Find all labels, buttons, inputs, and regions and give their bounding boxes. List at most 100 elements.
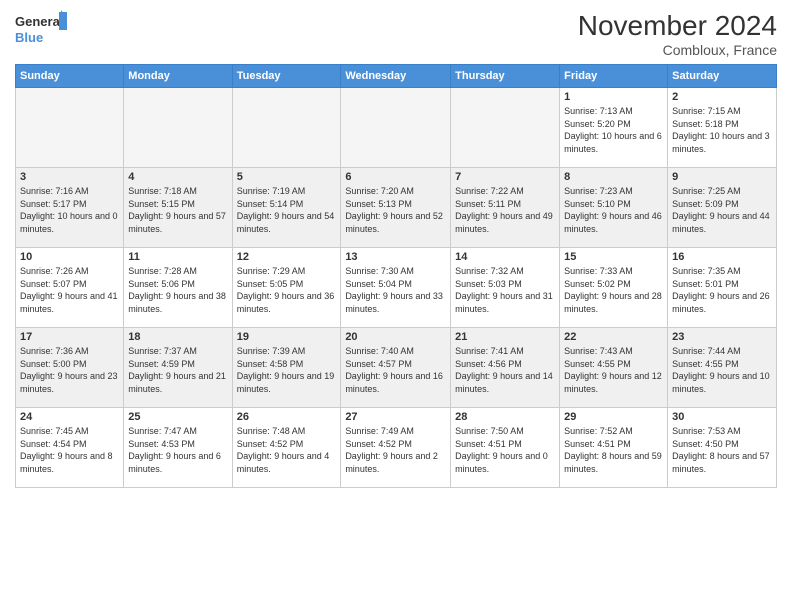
day-number: 1: [564, 91, 663, 103]
calendar-day-cell: [451, 88, 560, 168]
day-info: Sunrise: 7:26 AM Sunset: 5:07 PM Dayligh…: [20, 265, 119, 315]
calendar-day-cell: 25 Sunrise: 7:47 AM Sunset: 4:53 PM Dayl…: [124, 408, 232, 488]
day-info: Sunrise: 7:13 AM Sunset: 5:20 PM Dayligh…: [564, 105, 663, 155]
day-number: 13: [345, 251, 446, 263]
day-info: Sunrise: 7:41 AM Sunset: 4:56 PM Dayligh…: [455, 345, 555, 395]
day-info: Sunrise: 7:15 AM Sunset: 5:18 PM Dayligh…: [672, 105, 772, 155]
calendar-day-cell: 19 Sunrise: 7:39 AM Sunset: 4:58 PM Dayl…: [232, 328, 341, 408]
general-blue-logo: General Blue: [15, 10, 67, 48]
calendar-day-cell: 12 Sunrise: 7:29 AM Sunset: 5:05 PM Dayl…: [232, 248, 341, 328]
calendar-day-cell: 29 Sunrise: 7:52 AM Sunset: 4:51 PM Dayl…: [560, 408, 668, 488]
calendar-header-row: Sunday Monday Tuesday Wednesday Thursday…: [16, 65, 777, 88]
day-info: Sunrise: 7:45 AM Sunset: 4:54 PM Dayligh…: [20, 425, 119, 475]
page: General Blue November 2024 Combloux, Fra…: [0, 0, 792, 612]
day-info: Sunrise: 7:32 AM Sunset: 5:03 PM Dayligh…: [455, 265, 555, 315]
day-number: 8: [564, 171, 663, 183]
day-number: 16: [672, 251, 772, 263]
calendar-day-cell: 14 Sunrise: 7:32 AM Sunset: 5:03 PM Dayl…: [451, 248, 560, 328]
calendar-day-cell: 3 Sunrise: 7:16 AM Sunset: 5:17 PM Dayli…: [16, 168, 124, 248]
day-info: Sunrise: 7:30 AM Sunset: 5:04 PM Dayligh…: [345, 265, 446, 315]
day-info: Sunrise: 7:47 AM Sunset: 4:53 PM Dayligh…: [128, 425, 227, 475]
calendar-day-cell: 27 Sunrise: 7:49 AM Sunset: 4:52 PM Dayl…: [341, 408, 451, 488]
day-info: Sunrise: 7:33 AM Sunset: 5:02 PM Dayligh…: [564, 265, 663, 315]
calendar-day-cell: [232, 88, 341, 168]
day-info: Sunrise: 7:50 AM Sunset: 4:51 PM Dayligh…: [455, 425, 555, 475]
day-number: 17: [20, 331, 119, 343]
calendar-day-cell: 13 Sunrise: 7:30 AM Sunset: 5:04 PM Dayl…: [341, 248, 451, 328]
day-number: 26: [237, 411, 337, 423]
calendar-day-cell: [124, 88, 232, 168]
day-info: Sunrise: 7:48 AM Sunset: 4:52 PM Dayligh…: [237, 425, 337, 475]
calendar-day-cell: 17 Sunrise: 7:36 AM Sunset: 5:00 PM Dayl…: [16, 328, 124, 408]
day-number: 14: [455, 251, 555, 263]
day-number: 30: [672, 411, 772, 423]
day-info: Sunrise: 7:16 AM Sunset: 5:17 PM Dayligh…: [20, 185, 119, 235]
calendar-day-cell: 11 Sunrise: 7:28 AM Sunset: 5:06 PM Dayl…: [124, 248, 232, 328]
calendar-day-cell: 6 Sunrise: 7:20 AM Sunset: 5:13 PM Dayli…: [341, 168, 451, 248]
day-info: Sunrise: 7:36 AM Sunset: 5:00 PM Dayligh…: [20, 345, 119, 395]
calendar-week-row: 10 Sunrise: 7:26 AM Sunset: 5:07 PM Dayl…: [16, 248, 777, 328]
day-number: 18: [128, 331, 227, 343]
calendar-day-cell: [16, 88, 124, 168]
day-info: Sunrise: 7:25 AM Sunset: 5:09 PM Dayligh…: [672, 185, 772, 235]
day-number: 11: [128, 251, 227, 263]
logo: General Blue: [15, 10, 67, 48]
calendar-day-cell: 26 Sunrise: 7:48 AM Sunset: 4:52 PM Dayl…: [232, 408, 341, 488]
calendar-day-cell: 24 Sunrise: 7:45 AM Sunset: 4:54 PM Dayl…: [16, 408, 124, 488]
day-number: 28: [455, 411, 555, 423]
day-number: 3: [20, 171, 119, 183]
day-number: 10: [20, 251, 119, 263]
day-number: 9: [672, 171, 772, 183]
day-info: Sunrise: 7:28 AM Sunset: 5:06 PM Dayligh…: [128, 265, 227, 315]
day-number: 7: [455, 171, 555, 183]
svg-text:General: General: [15, 14, 63, 29]
day-info: Sunrise: 7:29 AM Sunset: 5:05 PM Dayligh…: [237, 265, 337, 315]
day-number: 4: [128, 171, 227, 183]
calendar-day-cell: 2 Sunrise: 7:15 AM Sunset: 5:18 PM Dayli…: [668, 88, 777, 168]
calendar-week-row: 3 Sunrise: 7:16 AM Sunset: 5:17 PM Dayli…: [16, 168, 777, 248]
calendar-day-cell: 23 Sunrise: 7:44 AM Sunset: 4:55 PM Dayl…: [668, 328, 777, 408]
day-info: Sunrise: 7:39 AM Sunset: 4:58 PM Dayligh…: [237, 345, 337, 395]
calendar-day-cell: 8 Sunrise: 7:23 AM Sunset: 5:10 PM Dayli…: [560, 168, 668, 248]
calendar-day-cell: 7 Sunrise: 7:22 AM Sunset: 5:11 PM Dayli…: [451, 168, 560, 248]
day-number: 5: [237, 171, 337, 183]
calendar-day-cell: 1 Sunrise: 7:13 AM Sunset: 5:20 PM Dayli…: [560, 88, 668, 168]
location: Combloux, France: [578, 42, 777, 58]
day-number: 22: [564, 331, 663, 343]
day-info: Sunrise: 7:40 AM Sunset: 4:57 PM Dayligh…: [345, 345, 446, 395]
day-number: 27: [345, 411, 446, 423]
header-friday: Friday: [560, 65, 668, 88]
calendar-day-cell: 30 Sunrise: 7:53 AM Sunset: 4:50 PM Dayl…: [668, 408, 777, 488]
day-number: 29: [564, 411, 663, 423]
calendar-week-row: 17 Sunrise: 7:36 AM Sunset: 5:00 PM Dayl…: [16, 328, 777, 408]
day-info: Sunrise: 7:53 AM Sunset: 4:50 PM Dayligh…: [672, 425, 772, 475]
calendar-day-cell: 16 Sunrise: 7:35 AM Sunset: 5:01 PM Dayl…: [668, 248, 777, 328]
day-info: Sunrise: 7:23 AM Sunset: 5:10 PM Dayligh…: [564, 185, 663, 235]
calendar-day-cell: 22 Sunrise: 7:43 AM Sunset: 4:55 PM Dayl…: [560, 328, 668, 408]
day-number: 19: [237, 331, 337, 343]
day-number: 21: [455, 331, 555, 343]
header-thursday: Thursday: [451, 65, 560, 88]
month-title: November 2024: [578, 10, 777, 42]
title-section: November 2024 Combloux, France: [578, 10, 777, 58]
day-number: 23: [672, 331, 772, 343]
day-number: 6: [345, 171, 446, 183]
calendar-day-cell: 28 Sunrise: 7:50 AM Sunset: 4:51 PM Dayl…: [451, 408, 560, 488]
day-number: 15: [564, 251, 663, 263]
header-monday: Monday: [124, 65, 232, 88]
calendar-week-row: 1 Sunrise: 7:13 AM Sunset: 5:20 PM Dayli…: [16, 88, 777, 168]
day-info: Sunrise: 7:22 AM Sunset: 5:11 PM Dayligh…: [455, 185, 555, 235]
day-info: Sunrise: 7:52 AM Sunset: 4:51 PM Dayligh…: [564, 425, 663, 475]
calendar-day-cell: 20 Sunrise: 7:40 AM Sunset: 4:57 PM Dayl…: [341, 328, 451, 408]
calendar-day-cell: 5 Sunrise: 7:19 AM Sunset: 5:14 PM Dayli…: [232, 168, 341, 248]
header-sunday: Sunday: [16, 65, 124, 88]
day-number: 25: [128, 411, 227, 423]
calendar-day-cell: [341, 88, 451, 168]
day-info: Sunrise: 7:49 AM Sunset: 4:52 PM Dayligh…: [345, 425, 446, 475]
calendar-table: Sunday Monday Tuesday Wednesday Thursday…: [15, 64, 777, 488]
calendar-day-cell: 10 Sunrise: 7:26 AM Sunset: 5:07 PM Dayl…: [16, 248, 124, 328]
header-saturday: Saturday: [668, 65, 777, 88]
day-number: 2: [672, 91, 772, 103]
day-number: 24: [20, 411, 119, 423]
calendar-day-cell: 15 Sunrise: 7:33 AM Sunset: 5:02 PM Dayl…: [560, 248, 668, 328]
